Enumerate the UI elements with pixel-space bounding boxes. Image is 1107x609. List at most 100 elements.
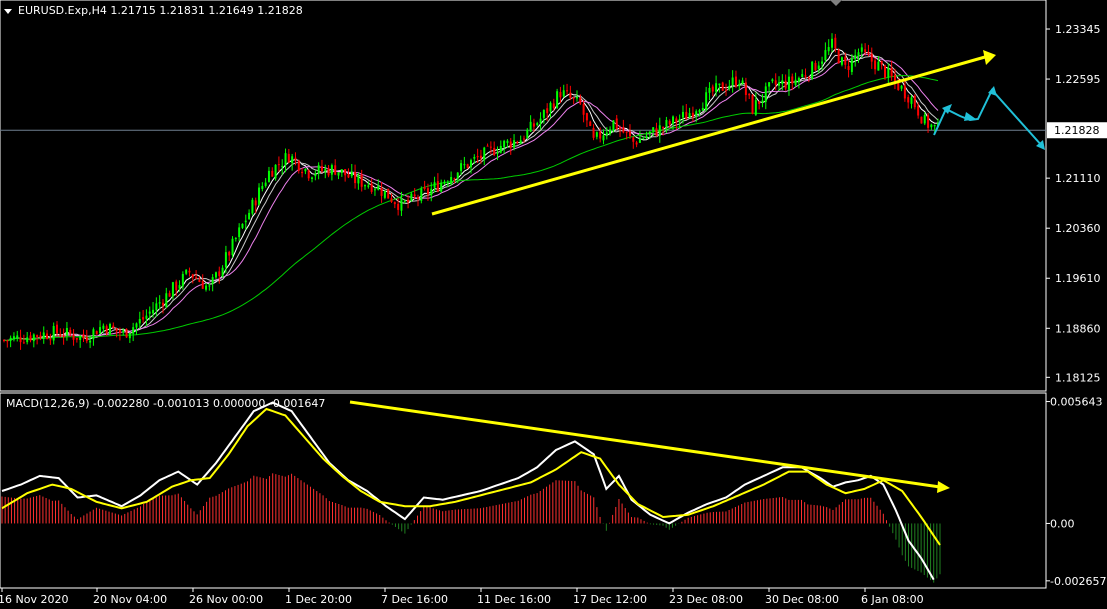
candle-body [446,182,449,184]
candle-body [575,96,578,99]
candle-body [890,67,893,77]
candle-body [758,101,761,104]
price-tick-label: 1.19610 [1055,272,1101,285]
candle-body [917,105,920,116]
candle-body [711,86,714,92]
candle-body [794,79,797,85]
candle-body [393,202,396,205]
candle-body [781,80,784,84]
candle-body [152,309,155,314]
candle-body [373,189,376,191]
candle-body [383,190,386,198]
candle-body [579,97,582,104]
candle-body [453,178,456,180]
candle-body [390,198,393,203]
candle-body [311,177,314,179]
candle-body [22,342,25,344]
candle-body [900,85,903,89]
candle-body [831,38,834,48]
candle-body [834,37,837,49]
current-price-text: 1.21828 [1054,124,1100,137]
candle-body [161,302,164,306]
candle-body [423,186,426,190]
candle-body [933,124,936,127]
candle-body [734,76,737,87]
candle-body [248,212,251,220]
candle-body [62,335,65,337]
candle-body [29,335,32,341]
candle-body [486,145,489,147]
candle-body [519,140,522,144]
candle-body [291,156,294,164]
candle-body [407,199,410,203]
candle-body [675,118,678,123]
triangle-down-icon[interactable] [4,9,12,14]
ma-long-line [3,74,939,342]
candle-body [145,315,148,319]
candle-body [105,326,108,334]
time-tick-label: 11 Dec 16:00 [477,593,551,606]
candle-body [450,176,453,184]
trendline[interactable] [431,55,986,216]
candle-body [55,324,58,334]
candle-body [923,115,926,124]
candle-body [804,75,807,77]
forecast-path[interactable] [933,88,1044,148]
candle-body [658,125,661,136]
candle-body [59,334,62,337]
candle-body [811,61,814,79]
candle-body [258,187,261,205]
chart-header: EURUSD.Exp,H4 1.21715 1.21831 1.21649 1.… [18,4,303,17]
candle-body [854,55,857,60]
candle-body [42,332,45,339]
candle-body [241,223,244,228]
candle-body [903,85,906,99]
candle-body [509,141,512,148]
candle-body [466,164,469,168]
macd-tick-label: 0.005643 [1050,396,1103,409]
candle-body [92,329,95,340]
candle-body [698,110,701,113]
candle-body [625,131,628,133]
candle-body [784,80,787,89]
time-tick-label: 1 Dec 20:00 [285,593,352,606]
candle-body [791,76,794,84]
candle-body [228,251,231,256]
time-tick-label: 17 Dec 12:00 [573,593,647,606]
candle-body [774,80,777,85]
candle-body [350,171,353,177]
candle-body [691,112,694,117]
candle-body [244,220,247,223]
candle-body [768,82,771,87]
macd-trendline[interactable] [349,400,941,489]
candle-body [281,165,284,167]
candle-body [344,169,347,176]
candle-body [380,187,383,196]
price-tick-label: 1.23345 [1055,23,1101,36]
candle-body [681,111,684,118]
candle-body [6,340,9,342]
candle-body [513,140,516,148]
candle-body [75,337,78,340]
candle-body [132,327,135,334]
macd-tick-label: 0.00 [1050,517,1075,530]
price-tick-label: 1.21110 [1055,172,1101,185]
candle-body [754,100,757,115]
macd-histogram [1,473,941,583]
moving-averages [3,48,939,342]
candle-body [503,140,506,148]
candle-body [69,329,72,335]
candle-body [201,281,204,289]
candle-body [188,270,191,273]
candle-body [49,339,52,341]
time-tick-label: 20 Nov 04:00 [93,593,167,606]
candle-body [274,164,277,179]
candle-body [751,94,754,114]
time-tick-label: 7 Dec 16:00 [381,593,448,606]
scroll-marker-icon[interactable] [830,0,842,6]
candle-body [426,188,429,195]
candle-body [672,116,675,124]
candle-body [592,127,595,138]
candle-body [89,340,92,343]
candle-body [913,95,916,108]
